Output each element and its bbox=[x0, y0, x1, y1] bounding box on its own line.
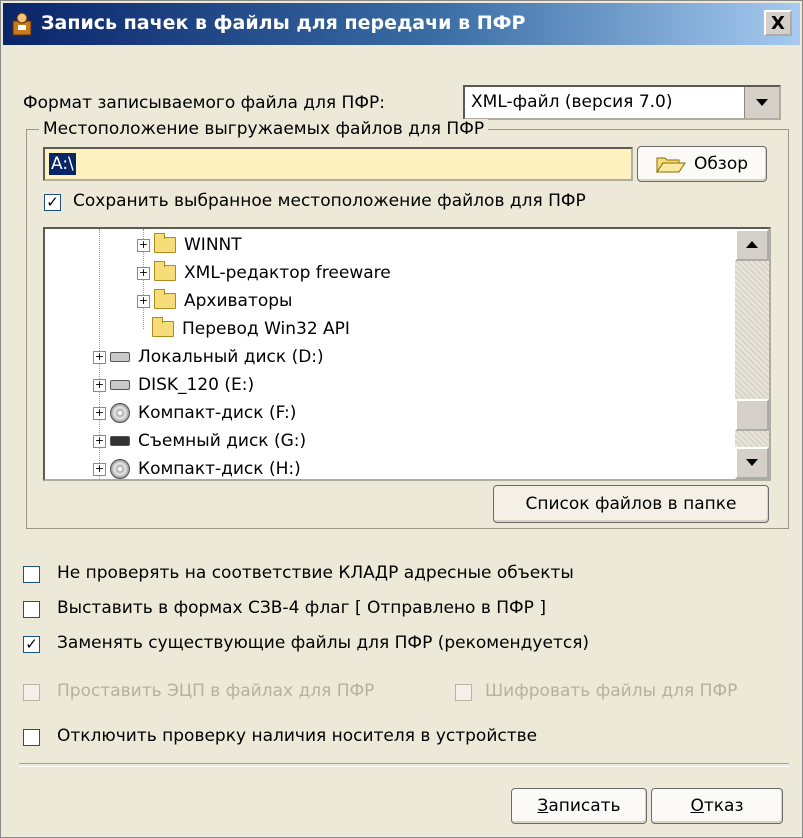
dialog-window: Запись пачек в файлы для передачи в ПФР … bbox=[0, 0, 803, 838]
chevron-down-icon bbox=[756, 98, 768, 106]
save-location-label: Сохранить выбранное местоположение файло… bbox=[73, 191, 586, 211]
expand-icon[interactable]: + bbox=[137, 238, 150, 252]
tree-item[interactable]: + Компакт-диск (H:) bbox=[93, 455, 301, 479]
scroll-thumb[interactable] bbox=[735, 399, 769, 431]
cd-drive-icon bbox=[110, 403, 130, 423]
tree-item-label: Локальный диск (D:) bbox=[138, 347, 324, 367]
sign-checkbox[interactable] bbox=[23, 684, 40, 701]
file-list-button-label: Список файлов в папке bbox=[525, 494, 737, 514]
title-bar[interactable]: Запись пачек в файлы для передачи в ПФР … bbox=[3, 3, 800, 45]
hard-drive-icon bbox=[110, 352, 130, 362]
kladr-checkbox[interactable] bbox=[23, 566, 40, 583]
checkmark-icon: ✓ bbox=[25, 635, 38, 653]
format-select[interactable]: XML-файл (версия 7.0) bbox=[463, 85, 781, 120]
folder-tree[interactable]: + WINNT + XML-редактор freeware + Архива… bbox=[43, 227, 771, 481]
folder-icon bbox=[154, 261, 176, 281]
cd-drive-icon bbox=[110, 459, 130, 479]
dropdown-arrow-button[interactable] bbox=[744, 87, 779, 118]
replace-files-checkbox[interactable]: ✓ bbox=[23, 636, 40, 653]
format-label: Формат записываемого файла для ПФР: bbox=[23, 93, 385, 113]
tree-item-label: Архиваторы bbox=[184, 291, 293, 311]
expand-icon[interactable]: + bbox=[93, 378, 106, 392]
cancel-button[interactable]: Отказ bbox=[651, 788, 783, 824]
tree-item[interactable]: + Локальный диск (D:) bbox=[93, 343, 324, 371]
expand-icon[interactable]: + bbox=[137, 266, 150, 280]
tree-item-label: Перевод Win32 API bbox=[182, 319, 350, 339]
checkmark-icon: ✓ bbox=[46, 193, 59, 211]
write-button-label: аписать bbox=[548, 796, 621, 816]
tree-item[interactable]: + Съемный диск (G:) bbox=[93, 427, 306, 455]
tree-item-label: Компакт-диск (H:) bbox=[138, 459, 301, 479]
szv4-label: Выставить в формах СЗВ-4 флаг [ Отправле… bbox=[57, 598, 546, 618]
browse-button[interactable]: Обзор bbox=[637, 146, 767, 182]
media-check-checkbox[interactable] bbox=[23, 729, 40, 746]
write-button-accel: З bbox=[537, 796, 549, 816]
media-check-label: Отключить проверку наличия носителя в ус… bbox=[57, 726, 538, 746]
file-list-button[interactable]: Список файлов в папке bbox=[493, 485, 769, 523]
location-group-title: Местоположение выгружаемых файлов для ПФ… bbox=[39, 119, 489, 139]
scroll-up-button[interactable] bbox=[735, 229, 769, 261]
format-select-value: XML-файл (версия 7.0) bbox=[471, 92, 673, 112]
szv4-checkbox[interactable] bbox=[23, 601, 40, 618]
tree-item[interactable]: + WINNT bbox=[137, 231, 242, 259]
browse-button-label: Обзор bbox=[693, 154, 749, 174]
cancel-button-accel: О bbox=[690, 796, 704, 816]
folder-icon bbox=[154, 289, 176, 309]
expand-icon[interactable]: + bbox=[137, 294, 150, 308]
open-folder-icon bbox=[656, 157, 686, 173]
path-input-value: A:\ bbox=[49, 153, 76, 175]
tree-item[interactable]: + DISK_120 (E:) bbox=[93, 371, 254, 399]
encrypt-checkbox[interactable] bbox=[455, 684, 472, 701]
sign-label: Проставить ЭЦП в файлах для ПФР bbox=[57, 681, 375, 701]
hard-drive-icon bbox=[110, 380, 130, 390]
tree-item[interactable]: + Архиваторы bbox=[137, 287, 292, 315]
vertical-scrollbar[interactable] bbox=[735, 229, 769, 479]
scroll-down-icon bbox=[746, 459, 758, 466]
window-title: Запись пачек в файлы для передачи в ПФР bbox=[41, 12, 526, 34]
tree-item[interactable]: Перевод Win32 API bbox=[152, 315, 350, 343]
separator bbox=[19, 763, 789, 767]
folder-icon bbox=[152, 317, 174, 337]
tree-item-label: Компакт-диск (F:) bbox=[138, 403, 297, 423]
expand-icon[interactable]: + bbox=[93, 462, 106, 476]
app-icon bbox=[12, 12, 32, 36]
removable-drive-icon bbox=[110, 436, 130, 446]
tree-item[interactable]: + XML-редактор freeware bbox=[137, 259, 391, 287]
tree-item-label: XML-редактор freeware bbox=[184, 263, 391, 283]
expand-icon[interactable]: + bbox=[93, 434, 106, 448]
encrypt-label: Шифровать файлы для ПФР bbox=[485, 681, 738, 701]
close-icon: X bbox=[771, 12, 785, 34]
tree-item[interactable]: + Компакт-диск (F:) bbox=[93, 399, 296, 427]
replace-files-label: Заменять существующие файлы для ПФР (рек… bbox=[57, 633, 590, 653]
cancel-button-label: тказ bbox=[703, 796, 744, 816]
save-location-checkbox[interactable]: ✓ bbox=[44, 194, 61, 211]
kladr-label: Не проверять на соответствие КЛАДР адрес… bbox=[57, 563, 574, 583]
expand-icon[interactable]: + bbox=[93, 406, 106, 420]
tree-item-label: Съемный диск (G:) bbox=[138, 431, 307, 451]
close-button[interactable]: X bbox=[764, 10, 792, 36]
folder-icon bbox=[154, 233, 176, 253]
tree-item-label: WINNT bbox=[184, 235, 242, 255]
scroll-down-button[interactable] bbox=[735, 447, 769, 479]
path-input[interactable]: A:\ bbox=[43, 147, 633, 181]
write-button[interactable]: Записать bbox=[511, 788, 647, 824]
scroll-up-icon bbox=[746, 241, 758, 248]
tree-item-label: DISK_120 (E:) bbox=[138, 375, 255, 395]
expand-icon[interactable]: + bbox=[93, 350, 106, 364]
